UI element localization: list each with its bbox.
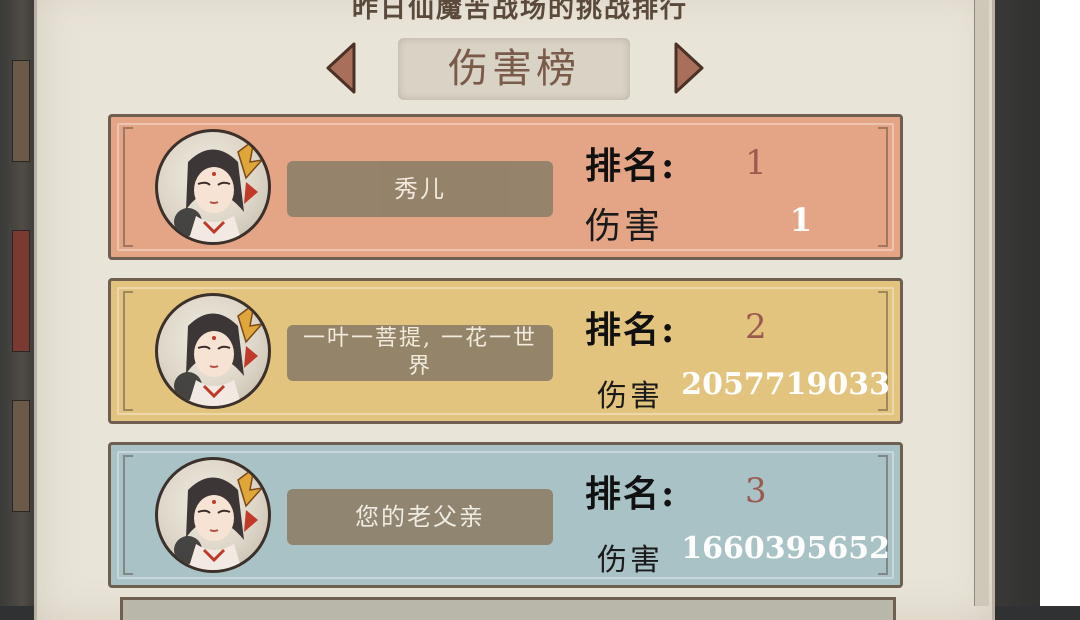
backdrop-hanging: [12, 400, 30, 512]
damage-value: 2057719033: [681, 367, 890, 402]
rank-label: 排名:: [585, 145, 677, 187]
player-name: 秀儿: [287, 161, 553, 217]
rank-label: 排名:: [585, 309, 677, 351]
rank-entry-4-partial[interactable]: [120, 597, 896, 620]
prev-tab-arrow-icon[interactable]: [324, 40, 358, 96]
player-name: 您的老父亲: [287, 489, 553, 545]
rank-label: 排名:: [585, 473, 677, 515]
damage-label: 伤害: [585, 206, 664, 247]
rank-entry-3[interactable]: 您的老父亲 排名: 3 伤害 1660395652: [108, 442, 903, 588]
rank-entry-2[interactable]: 一叶一菩提, 一花一世界 排名: 2 伤害 2057719033: [108, 278, 903, 424]
player-avatar[interactable]: [155, 293, 271, 409]
damage-value: 1660395652: [681, 531, 890, 566]
tab-damage-ranking[interactable]: 伤害榜: [398, 38, 630, 100]
player-avatar[interactable]: [155, 457, 271, 573]
player-avatar[interactable]: [155, 129, 271, 245]
page-title: 昨日仙魔苦战场的挑战排行: [351, 0, 688, 24]
screen-edge: [1040, 0, 1080, 606]
left-backdrop: [0, 0, 38, 606]
backdrop-hanging: [12, 60, 30, 162]
rank-entry-1[interactable]: 秀儿 排名: 1 伤害 1: [108, 114, 903, 260]
panel-frame: [974, 0, 989, 606]
rank-value: 3: [745, 471, 767, 511]
damage-label: 伤害: [597, 543, 663, 578]
rank-value: 2: [745, 307, 767, 347]
damage-label: 伤害: [597, 379, 663, 414]
rank-value: 1: [745, 143, 767, 183]
damage-value: 1: [789, 201, 812, 239]
backdrop-hanging: [12, 230, 30, 352]
player-name: 一叶一菩提, 一花一世界: [287, 325, 553, 381]
next-tab-arrow-icon[interactable]: [672, 40, 706, 96]
